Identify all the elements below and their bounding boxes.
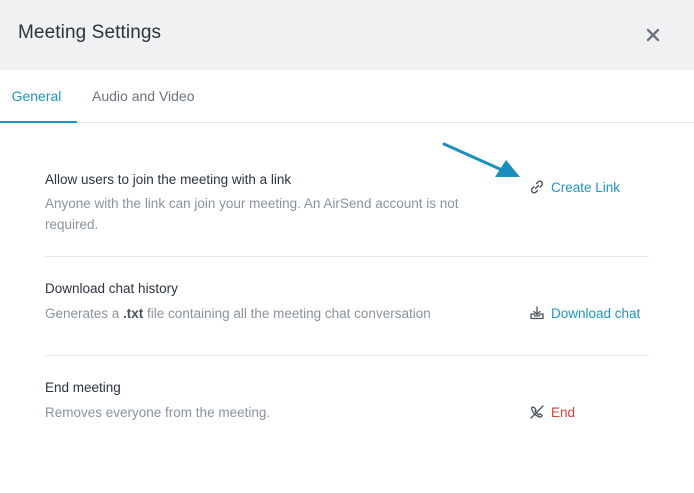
tab-general-label: General: [11, 88, 62, 104]
description-suffix: file containing all the meeting chat con…: [143, 306, 431, 321]
divider: [45, 355, 649, 356]
end-meeting-label: End: [551, 404, 576, 420]
create-link-label: Create Link: [551, 179, 621, 195]
setting-description-link: Anyone with the link can join your meeti…: [45, 196, 459, 232]
tab-audio-and-video[interactable]: Audio and Video: [92, 70, 195, 122]
link-icon: [529, 179, 545, 195]
create-link-button[interactable]: Create Link: [529, 179, 620, 195]
download-chat-label: Download chat: [551, 305, 641, 321]
description-file-type: .txt: [123, 306, 144, 321]
download-icon: [529, 305, 545, 321]
tab-bar: General Audio and Video: [0, 70, 694, 123]
setting-title-end: End meeting: [45, 380, 121, 395]
dialog-title: Meeting Settings: [18, 22, 162, 43]
description-prefix: Generates a: [45, 306, 124, 321]
tab-audio-and-video-label: Audio and Video: [92, 88, 195, 104]
divider: [45, 256, 649, 257]
setting-title-link: Allow users to join the meeting with a l…: [45, 172, 292, 187]
setting-description-download: Generates a .txt file containing all the…: [45, 303, 431, 324]
setting-description-end: Removes everyone from the meeting.: [45, 405, 271, 420]
dialog-header: Meeting Settings: [0, 0, 694, 70]
end-call-icon: [529, 404, 545, 420]
end-meeting-button[interactable]: End: [529, 404, 575, 420]
setting-title-download: Download chat history: [45, 281, 178, 296]
tab-general[interactable]: General: [0, 70, 77, 123]
download-chat-button[interactable]: Download chat: [529, 305, 640, 321]
close-icon: [646, 28, 660, 42]
close-button[interactable]: [642, 24, 664, 46]
